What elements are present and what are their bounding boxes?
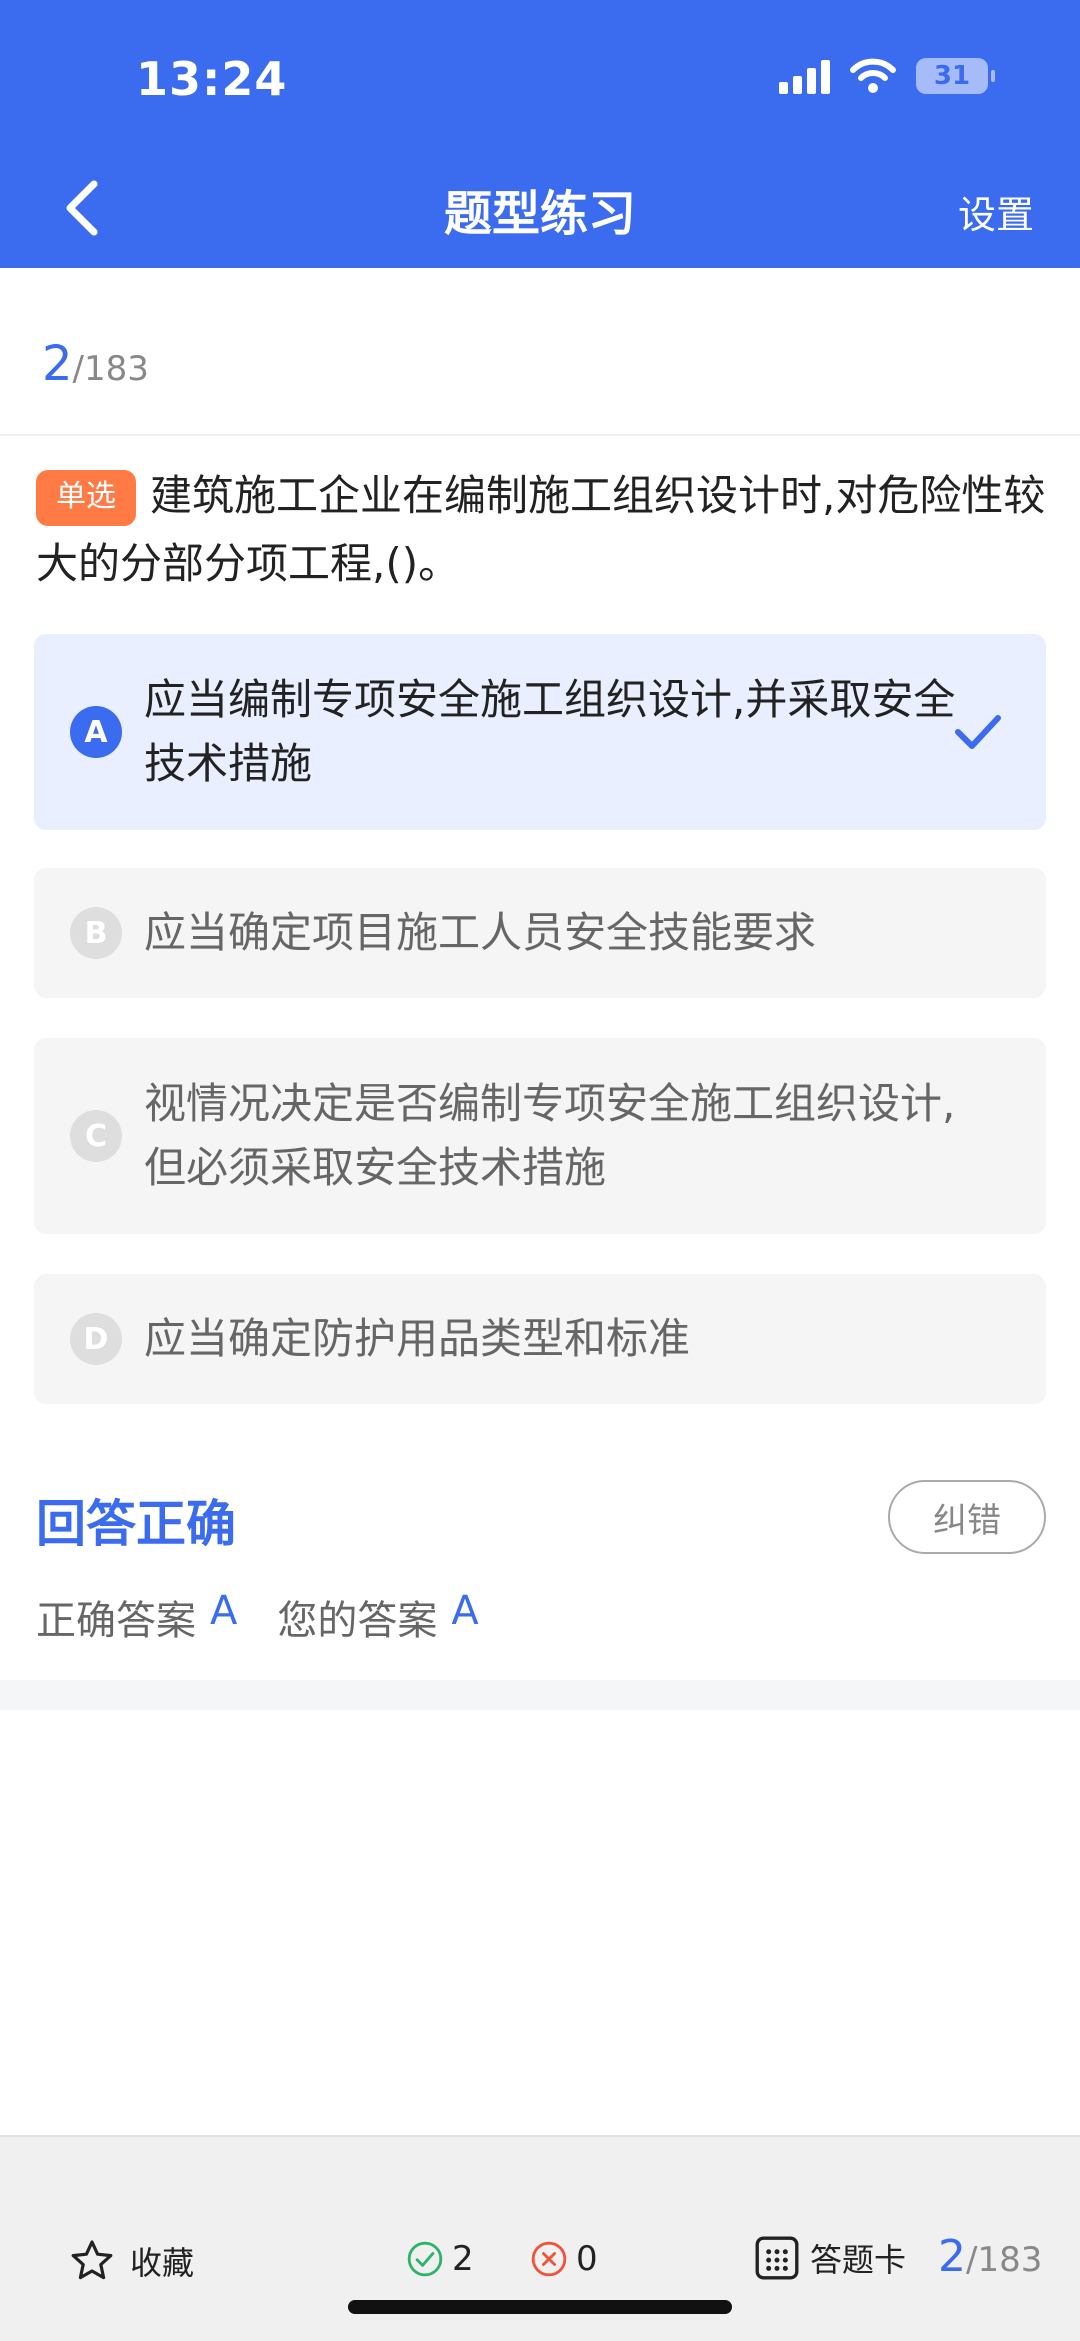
option-b[interactable]: B 应当确定项目施工人员安全技能要求 (34, 868, 1046, 998)
x-circle-icon (531, 2241, 567, 2277)
question-stem: 单选 建筑施工企业在编制施工组织设计时,对危险性较大的分部分项工程,()。 (36, 462, 1046, 598)
star-icon (71, 2240, 113, 2280)
your-answer-label: 您的答案 (277, 1598, 438, 1644)
right-count-value: 2 (452, 2239, 474, 2279)
option-text: 视情况决定是否编制专项安全施工组织设计,但必须采取安全技术措施 (144, 1079, 956, 1192)
status-icons: 31 (779, 58, 995, 94)
wrong-count-value: 0 (576, 2239, 598, 2279)
checkmark-icon (955, 715, 1001, 749)
option-letter: A (70, 706, 122, 758)
wifi-icon (850, 58, 896, 93)
option-text: 应当确定项目施工人员安全技能要求 (144, 908, 817, 957)
cellular-signal-icon (779, 58, 830, 94)
divider (0, 434, 1080, 436)
question-text: 建筑施工企业在编制施工组织设计时,对危险性较大的分部分项工程,()。 (36, 471, 1046, 588)
wrong-count: 0 (530, 2239, 598, 2279)
correct-answer-label: 正确答案 (36, 1598, 196, 1644)
option-text: 应当确定防护用品类型和标准 (144, 1314, 691, 1363)
option-d[interactable]: D 应当确定防护用品类型和标准 (34, 1274, 1046, 1404)
footer-progress: 2/183 (938, 2231, 1042, 2282)
option-letter: C (70, 1110, 122, 1162)
report-error-button[interactable]: 纠错 (888, 1480, 1046, 1554)
app-header: 13:24 31 题型练习 设置 (0, 0, 1080, 268)
progress-total: /183 (72, 349, 149, 389)
battery-level: 31 (933, 61, 971, 91)
favorite-button[interactable]: 收藏 (68, 2237, 194, 2285)
result-title: 回答正确 (36, 1495, 236, 1553)
option-letter: D (70, 1313, 122, 1365)
answer-summary: 正确答案 A 您的答案 A (36, 1588, 519, 1646)
home-indicator (348, 2300, 732, 2314)
option-c[interactable]: C 视情况决定是否编制专项安全施工组织设计,但必须采取安全技术措施 (34, 1038, 1046, 1234)
question-type-badge: 单选 (36, 470, 136, 526)
check-circle-icon (407, 2241, 443, 2277)
footer-progress-current: 2 (938, 2231, 966, 2282)
battery-icon: 31 (916, 58, 995, 94)
answer-card-button[interactable]: 答题卡 (752, 2233, 906, 2283)
settings-button[interactable]: 设置 (958, 184, 1034, 239)
right-count: 2 (406, 2239, 474, 2279)
correct-answer-value: A (210, 1588, 238, 1634)
page-title: 题型练习 (443, 186, 636, 242)
progress-current: 2 (42, 336, 73, 392)
footer-progress-total: /183 (966, 2240, 1043, 2280)
your-answer-value: A (451, 1588, 479, 1634)
question-progress: 2/183 (42, 336, 149, 392)
option-letter: B (70, 907, 122, 959)
status-time: 13:24 (136, 52, 288, 106)
option-text: 应当编制专项安全施工组织设计,并采取安全技术措施 (144, 675, 956, 788)
answer-card-label: 答题卡 (810, 2241, 907, 2279)
grid-icon (755, 2236, 799, 2280)
favorite-label: 收藏 (130, 2244, 195, 2282)
section-separator (0, 1680, 1080, 1710)
option-a[interactable]: A 应当编制专项安全施工组织设计,并采取安全技术措施 (34, 634, 1046, 830)
